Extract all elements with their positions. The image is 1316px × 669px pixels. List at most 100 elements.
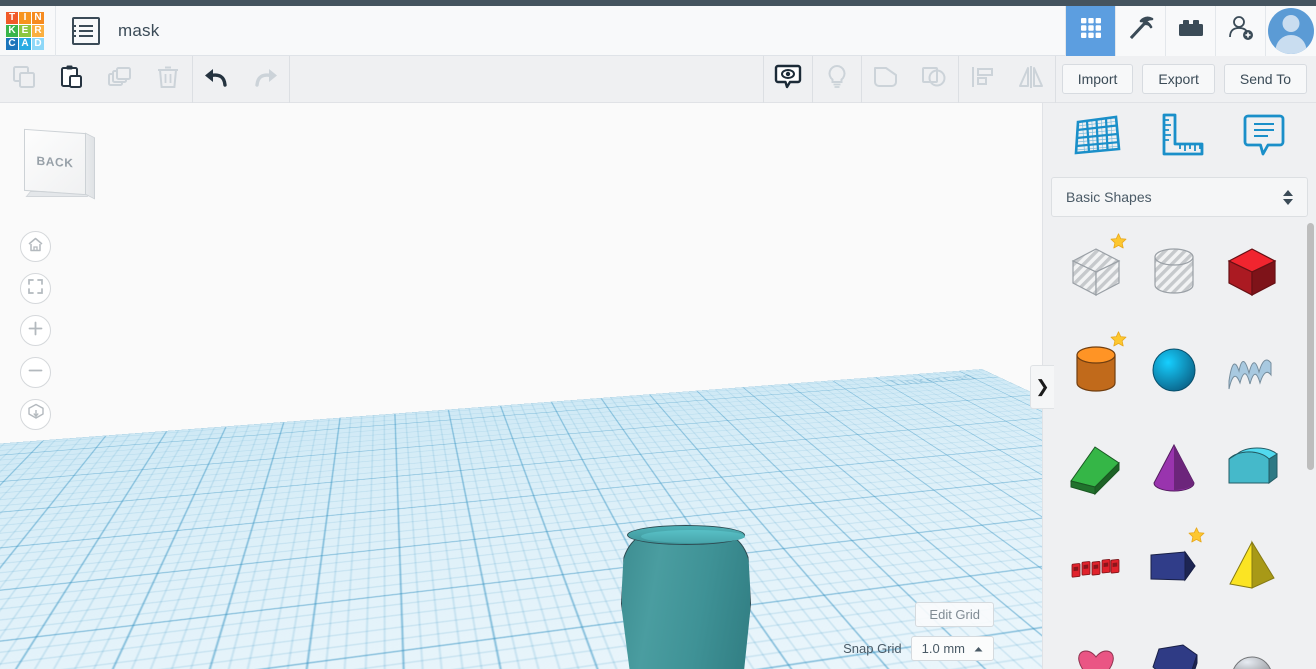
view-cube-face[interactable]: BACK bbox=[24, 128, 86, 196]
user-avatar-image bbox=[1268, 7, 1314, 54]
edit-toolbar: Import Export Send To bbox=[0, 55, 1316, 103]
duplicate-button[interactable] bbox=[96, 56, 144, 103]
paste-button[interactable] bbox=[48, 56, 96, 103]
shape-text-thumbnail bbox=[1065, 535, 1127, 597]
zoom-in-button[interactable] bbox=[20, 315, 51, 346]
blocks-button[interactable] bbox=[1165, 5, 1215, 56]
vase-body bbox=[621, 531, 751, 669]
invite-button[interactable] bbox=[1215, 5, 1265, 56]
chevron-up-icon bbox=[974, 641, 983, 656]
redo-arrow-icon bbox=[250, 64, 280, 95]
header-actions bbox=[1065, 5, 1316, 56]
shape-box-hole-thumbnail bbox=[1065, 241, 1127, 303]
logo-tile-n: N bbox=[32, 11, 44, 24]
duplicate-icon bbox=[107, 64, 133, 95]
shape-roof[interactable] bbox=[1213, 427, 1291, 509]
snap-grid-select[interactable]: 1.0 mm bbox=[910, 636, 994, 661]
ortho-perspective-button[interactable] bbox=[20, 399, 51, 430]
vase-rim bbox=[627, 525, 745, 545]
shape-half-sphere[interactable] bbox=[1213, 623, 1291, 669]
shape-tube-square[interactable] bbox=[1135, 525, 1213, 607]
shapes-panel: Basic Shapes bbox=[1042, 103, 1316, 669]
app-header: TIN KER CAD mask bbox=[0, 5, 1316, 56]
show-hide-button[interactable] bbox=[764, 56, 812, 103]
shapes-scrollbar[interactable] bbox=[1305, 219, 1316, 669]
undo-arrow-icon bbox=[202, 64, 232, 95]
tinkercad-logo[interactable]: TIN KER CAD bbox=[6, 11, 44, 50]
shape-cone-thumbnail bbox=[1143, 437, 1205, 499]
shape-text[interactable] bbox=[1057, 525, 1135, 607]
shapes-scroll-area[interactable] bbox=[1043, 219, 1316, 669]
shape-sphere-thumbnail bbox=[1143, 339, 1205, 401]
shape-cylinder[interactable] bbox=[1057, 329, 1135, 411]
chevron-updown-icon bbox=[1283, 189, 1293, 205]
undo-button[interactable] bbox=[193, 56, 241, 103]
shape-cone[interactable] bbox=[1135, 427, 1213, 509]
ungroup-shapes-icon bbox=[920, 64, 948, 95]
logo-tile-e: E bbox=[19, 24, 31, 37]
snap-grid-value: 1.0 mm bbox=[921, 641, 965, 656]
star-icon bbox=[1110, 331, 1127, 348]
shape-category-select[interactable]: Basic Shapes bbox=[1051, 177, 1308, 217]
mirror-flip-icon bbox=[1017, 64, 1045, 95]
workplane-container: Tinkercad bbox=[0, 103, 1042, 669]
zoom-out-button[interactable] bbox=[20, 357, 51, 388]
mirror-button[interactable] bbox=[1007, 56, 1055, 103]
import-button[interactable]: Import bbox=[1061, 64, 1134, 94]
fit-view-button[interactable] bbox=[20, 273, 51, 304]
shape-pyramid[interactable] bbox=[1213, 525, 1291, 607]
tinkercad-app: TINKERCAD mask Import Export Send To Tin… bbox=[0, 0, 1316, 669]
align-icon bbox=[970, 64, 996, 95]
add-person-icon bbox=[1227, 14, 1255, 47]
star-icon bbox=[1110, 233, 1127, 250]
group-button[interactable] bbox=[862, 56, 910, 103]
redo-button[interactable] bbox=[241, 56, 289, 103]
shape-heart[interactable] bbox=[1057, 623, 1135, 669]
plus-icon bbox=[27, 320, 44, 342]
list-menu-icon[interactable] bbox=[72, 16, 100, 45]
align-button[interactable] bbox=[959, 56, 1007, 103]
pickaxe-icon bbox=[1127, 14, 1155, 47]
logo-tile-r: R bbox=[32, 24, 44, 37]
export-button[interactable]: Export bbox=[1142, 64, 1215, 94]
shape-box-hole[interactable] bbox=[1057, 231, 1135, 313]
view-cube-side[interactable] bbox=[85, 132, 95, 200]
ruler-icon bbox=[1157, 111, 1207, 164]
home-view-button[interactable] bbox=[20, 231, 51, 262]
learn-button[interactable] bbox=[1115, 5, 1165, 56]
tab-notes[interactable] bbox=[1240, 111, 1288, 164]
delete-button[interactable] bbox=[144, 56, 192, 103]
panel-tabs bbox=[1043, 103, 1316, 171]
shape-wedge[interactable] bbox=[1057, 427, 1135, 509]
hide-button[interactable] bbox=[813, 56, 861, 103]
shape-wedge-thumbnail bbox=[1065, 437, 1127, 499]
vase-shape[interactable] bbox=[621, 525, 751, 669]
toolbar-divider bbox=[1054, 55, 1056, 103]
tab-shapes[interactable] bbox=[1072, 111, 1124, 164]
workplane-grid: Tinkercad bbox=[0, 369, 1042, 669]
view-cube[interactable]: BACK bbox=[20, 121, 106, 207]
panel-collapse-handle[interactable]: ❯ bbox=[1030, 365, 1054, 409]
shape-hexagon[interactable] bbox=[1135, 623, 1213, 669]
lightbulb-icon bbox=[824, 63, 850, 96]
shape-scribble[interactable] bbox=[1213, 329, 1291, 411]
logo-tile-c: C bbox=[6, 37, 18, 50]
shape-box[interactable] bbox=[1213, 231, 1291, 313]
shape-box-thumbnail bbox=[1221, 241, 1283, 303]
edit-grid-button[interactable]: Edit Grid bbox=[915, 602, 994, 627]
avatar[interactable] bbox=[1265, 5, 1316, 56]
fit-frame-icon bbox=[27, 278, 44, 300]
ungroup-button[interactable] bbox=[910, 56, 958, 103]
logo-tile-t: T bbox=[6, 11, 18, 24]
send-to-button[interactable]: Send To bbox=[1223, 64, 1307, 94]
scrollbar-thumb[interactable] bbox=[1307, 223, 1314, 470]
copy-button[interactable] bbox=[0, 56, 48, 103]
shape-sphere[interactable] bbox=[1135, 329, 1213, 411]
shape-cylinder-hole[interactable] bbox=[1135, 231, 1213, 313]
shape-tube-square-thumbnail bbox=[1143, 535, 1205, 597]
3d-viewport[interactable]: Tinkercad BACK Edit Grid Snap Grid 1.0 m… bbox=[0, 103, 1042, 669]
tab-ruler[interactable] bbox=[1157, 111, 1207, 164]
shape-half-sphere-thumbnail bbox=[1221, 633, 1283, 669]
apps-grid-button[interactable] bbox=[1065, 5, 1115, 56]
